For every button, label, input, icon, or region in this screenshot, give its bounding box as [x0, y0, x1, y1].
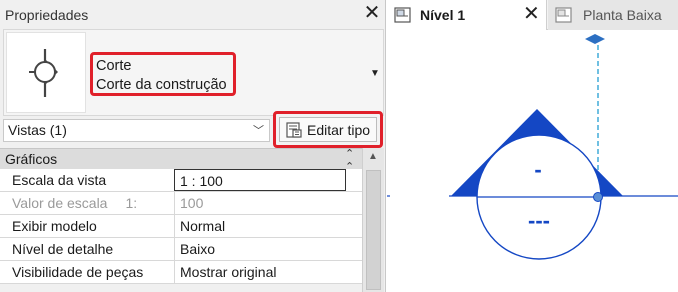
property-grid: Escala da vista 1 : 100 Valor de escala 1…: [0, 169, 362, 284]
close-icon[interactable]: ✕: [523, 2, 540, 26]
property-name: Visibilidade de peças: [12, 264, 144, 280]
properties-panel: Propriedades ✕ Corte Corte da construção…: [0, 0, 386, 292]
tab-level-1[interactable]: Nível 1 ✕: [387, 0, 547, 30]
tab-floor-plan[interactable]: Planta Baixa: [548, 0, 678, 30]
view-canvas[interactable]: - ---: [387, 31, 678, 292]
edit-type-icon: [286, 122, 302, 138]
section-label: Gráficos: [5, 151, 58, 167]
edit-type-highlight: Editar tipo: [273, 111, 383, 148]
graphics-section-header[interactable]: Gráficos ⌃ ⌃: [0, 148, 362, 173]
property-name: Exibir modelo: [12, 218, 97, 234]
level-label-bottom: ---: [528, 208, 550, 233]
tab-label: Nível 1: [420, 7, 466, 23]
property-row-parts-visibility: Visibilidade de peças Mostrar original: [0, 261, 362, 284]
scroll-thumb[interactable]: [366, 170, 381, 290]
type-selector[interactable]: Corte Corte da construção ▼: [3, 29, 384, 116]
property-name: Escala da vista: [12, 172, 107, 188]
view-tab-bar: Nível 1 ✕ Planta Baixa: [387, 0, 678, 30]
property-row-detail-level: Nível de detalhe Baixo: [0, 238, 362, 261]
floor-plan-icon: [555, 7, 572, 23]
property-row-scale-value: Valor de escala 1: 100: [0, 192, 362, 215]
tab-label: Planta Baixa: [583, 7, 662, 23]
view-scale-input[interactable]: 1 : 100: [174, 169, 346, 191]
flip-arrow-left-icon[interactable]: [585, 34, 595, 44]
close-icon[interactable]: ✕: [361, 2, 383, 24]
property-value[interactable]: Normal: [174, 215, 346, 237]
edit-type-button[interactable]: Editar tipo: [279, 117, 377, 142]
scrollbar[interactable]: ▲: [362, 148, 384, 292]
property-value: 100: [174, 192, 346, 214]
dropdown-arrow-icon[interactable]: ▼: [370, 68, 380, 79]
section-type-thumbnail: [6, 32, 86, 113]
property-name: Valor de escala 1:: [12, 195, 138, 211]
properties-title: Propriedades: [5, 7, 89, 23]
type-names-highlight: Corte Corte da construção: [90, 52, 236, 96]
chevron-down-icon: ﹀: [253, 125, 264, 137]
scroll-up-icon[interactable]: ▲: [368, 151, 378, 162]
level-drawing: - ---: [387, 34, 678, 260]
flip-arrow-right-icon[interactable]: [595, 34, 605, 44]
instance-filter-dropdown[interactable]: Vistas (1) ﹀: [3, 119, 270, 142]
property-name: Nível de detalhe: [12, 241, 114, 257]
type-name: Corte da construção: [96, 77, 227, 93]
section-head-icon: [29, 49, 58, 97]
instance-filter-value: Vistas (1): [8, 122, 67, 138]
property-row-view-scale: Escala da vista 1 : 100: [0, 169, 362, 192]
type-family-name: Corte: [96, 58, 132, 74]
edit-type-label: Editar tipo: [307, 122, 371, 138]
property-row-display-model: Exibir modelo Normal: [0, 215, 362, 238]
grip-handle[interactable]: [593, 192, 603, 202]
floor-plan-icon: [394, 7, 411, 23]
property-value[interactable]: Baixo: [174, 238, 346, 260]
property-value[interactable]: Mostrar original: [174, 261, 346, 283]
level-label-top: -: [534, 157, 541, 182]
